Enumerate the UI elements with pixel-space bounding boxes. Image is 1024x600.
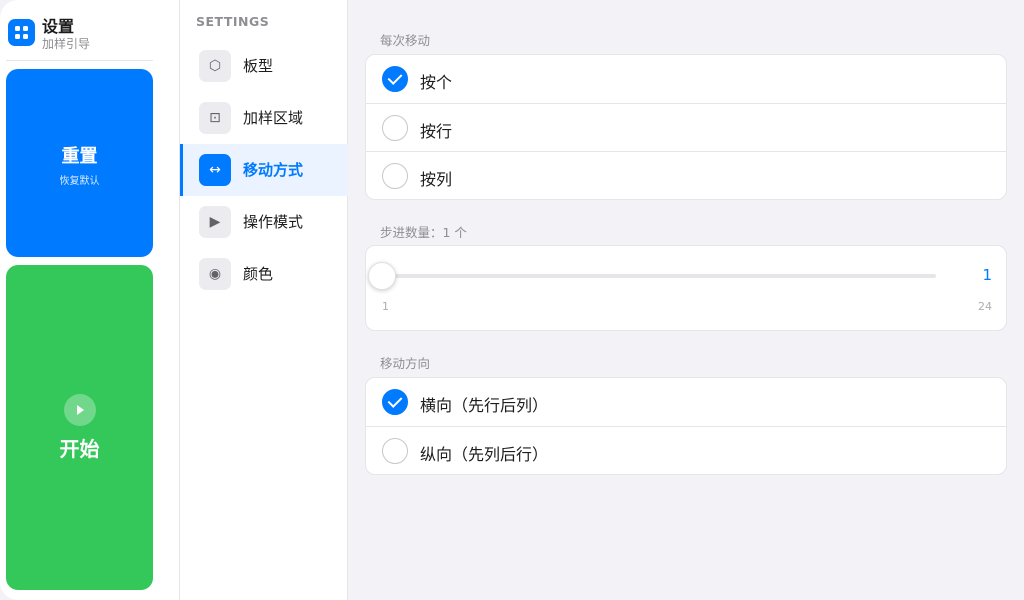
section-label-move-step: 每次移动 (380, 33, 431, 48)
nav-item-label: 操作模式 (243, 213, 304, 231)
option-label: 横向（先行后列） (420, 396, 549, 415)
nav-item-label: 加样区域 (243, 109, 304, 127)
grid-icon (8, 19, 35, 46)
nav-item-color[interactable]: ◉ 颜色 (180, 248, 348, 300)
option-label: 按个 (420, 73, 453, 92)
divider (6, 60, 153, 61)
horizontal-arrows-icon: ↔ (199, 154, 231, 186)
move-step-options: 按个 按行 按列 (365, 54, 1007, 200)
hexagon-icon: ⬡ (199, 50, 231, 82)
play-icon: ▶ (199, 206, 231, 238)
reset-button[interactable]: 重置 恢复默认 (6, 69, 153, 257)
slider-track[interactable] (382, 274, 936, 278)
nav-item-label: 板型 (243, 57, 274, 75)
step-count-slider-card: 1 1 24 (365, 245, 1007, 331)
nav-item-label: 移动方式 (243, 161, 304, 179)
option-by-column[interactable]: 按列 (366, 151, 1006, 199)
option-horizontal[interactable]: 横向（先行后列） (366, 378, 1006, 426)
reset-button-sublabel: 恢复默认 (59, 176, 100, 187)
slider-value: 1 (982, 266, 992, 284)
settings-content: 每次移动 按个 按行 按列 步进数量：1 个 1 1 24 移动方向 横向（先行… (348, 0, 1024, 600)
section-label-direction: 移动方向 (380, 356, 431, 371)
option-by-well[interactable]: 按个 (366, 55, 1006, 103)
option-label: 纵向（先列后行） (420, 445, 549, 464)
start-button[interactable]: 开始 (6, 265, 153, 590)
app-subtitle: 加样引导 (42, 37, 91, 51)
nav-item-loading-area[interactable]: ⊡ 加样区域 (180, 92, 348, 144)
app-title: 设置 (42, 17, 75, 36)
slider-thumb[interactable] (368, 262, 396, 290)
reset-button-label: 重置 (61, 146, 98, 167)
checkmark-icon[interactable] (382, 389, 408, 415)
option-by-row[interactable]: 按行 (366, 103, 1006, 151)
section-label-step-count: 步进数量：1 个 (380, 225, 467, 240)
radio-circle-icon[interactable] (382, 115, 408, 141)
settings-nav: SETTINGS ⬡ 板型 ⊡ 加样区域 ↔ 移动方式 ▶ 操作模式 ◉ 颜色 (180, 0, 348, 600)
color-dot-icon: ◉ (199, 258, 231, 290)
nav-item-plate-type[interactable]: ⬡ 板型 (180, 40, 348, 92)
dotted-square-icon: ⊡ (199, 102, 231, 134)
nav-item-operation-mode[interactable]: ▶ 操作模式 (180, 196, 348, 248)
app-header: 设置 加样引导 (8, 12, 168, 52)
nav-item-label: 颜色 (243, 265, 274, 283)
left-panel: 设置 加样引导 重置 恢复默认 开始 (0, 0, 180, 600)
slider-min-label: 1 (382, 300, 389, 313)
radio-circle-icon[interactable] (382, 438, 408, 464)
nav-item-movement-mode[interactable]: ↔ 移动方式 (180, 144, 348, 196)
start-button-label: 开始 (59, 437, 100, 461)
option-label: 按行 (420, 122, 453, 141)
direction-options: 横向（先行后列） 纵向（先列后行） (365, 377, 1007, 475)
radio-circle-icon[interactable] (382, 163, 408, 189)
option-vertical[interactable]: 纵向（先列后行） (366, 426, 1006, 474)
nav-heading: SETTINGS (196, 14, 270, 29)
checkmark-icon[interactable] (382, 66, 408, 92)
play-icon (64, 394, 96, 426)
option-label: 按列 (420, 170, 453, 189)
slider-max-label: 24 (978, 300, 992, 313)
settings-window: 设置 加样引导 重置 恢复默认 开始 SETTINGS ⬡ 板型 ⊡ 加样区域 … (0, 0, 1024, 600)
